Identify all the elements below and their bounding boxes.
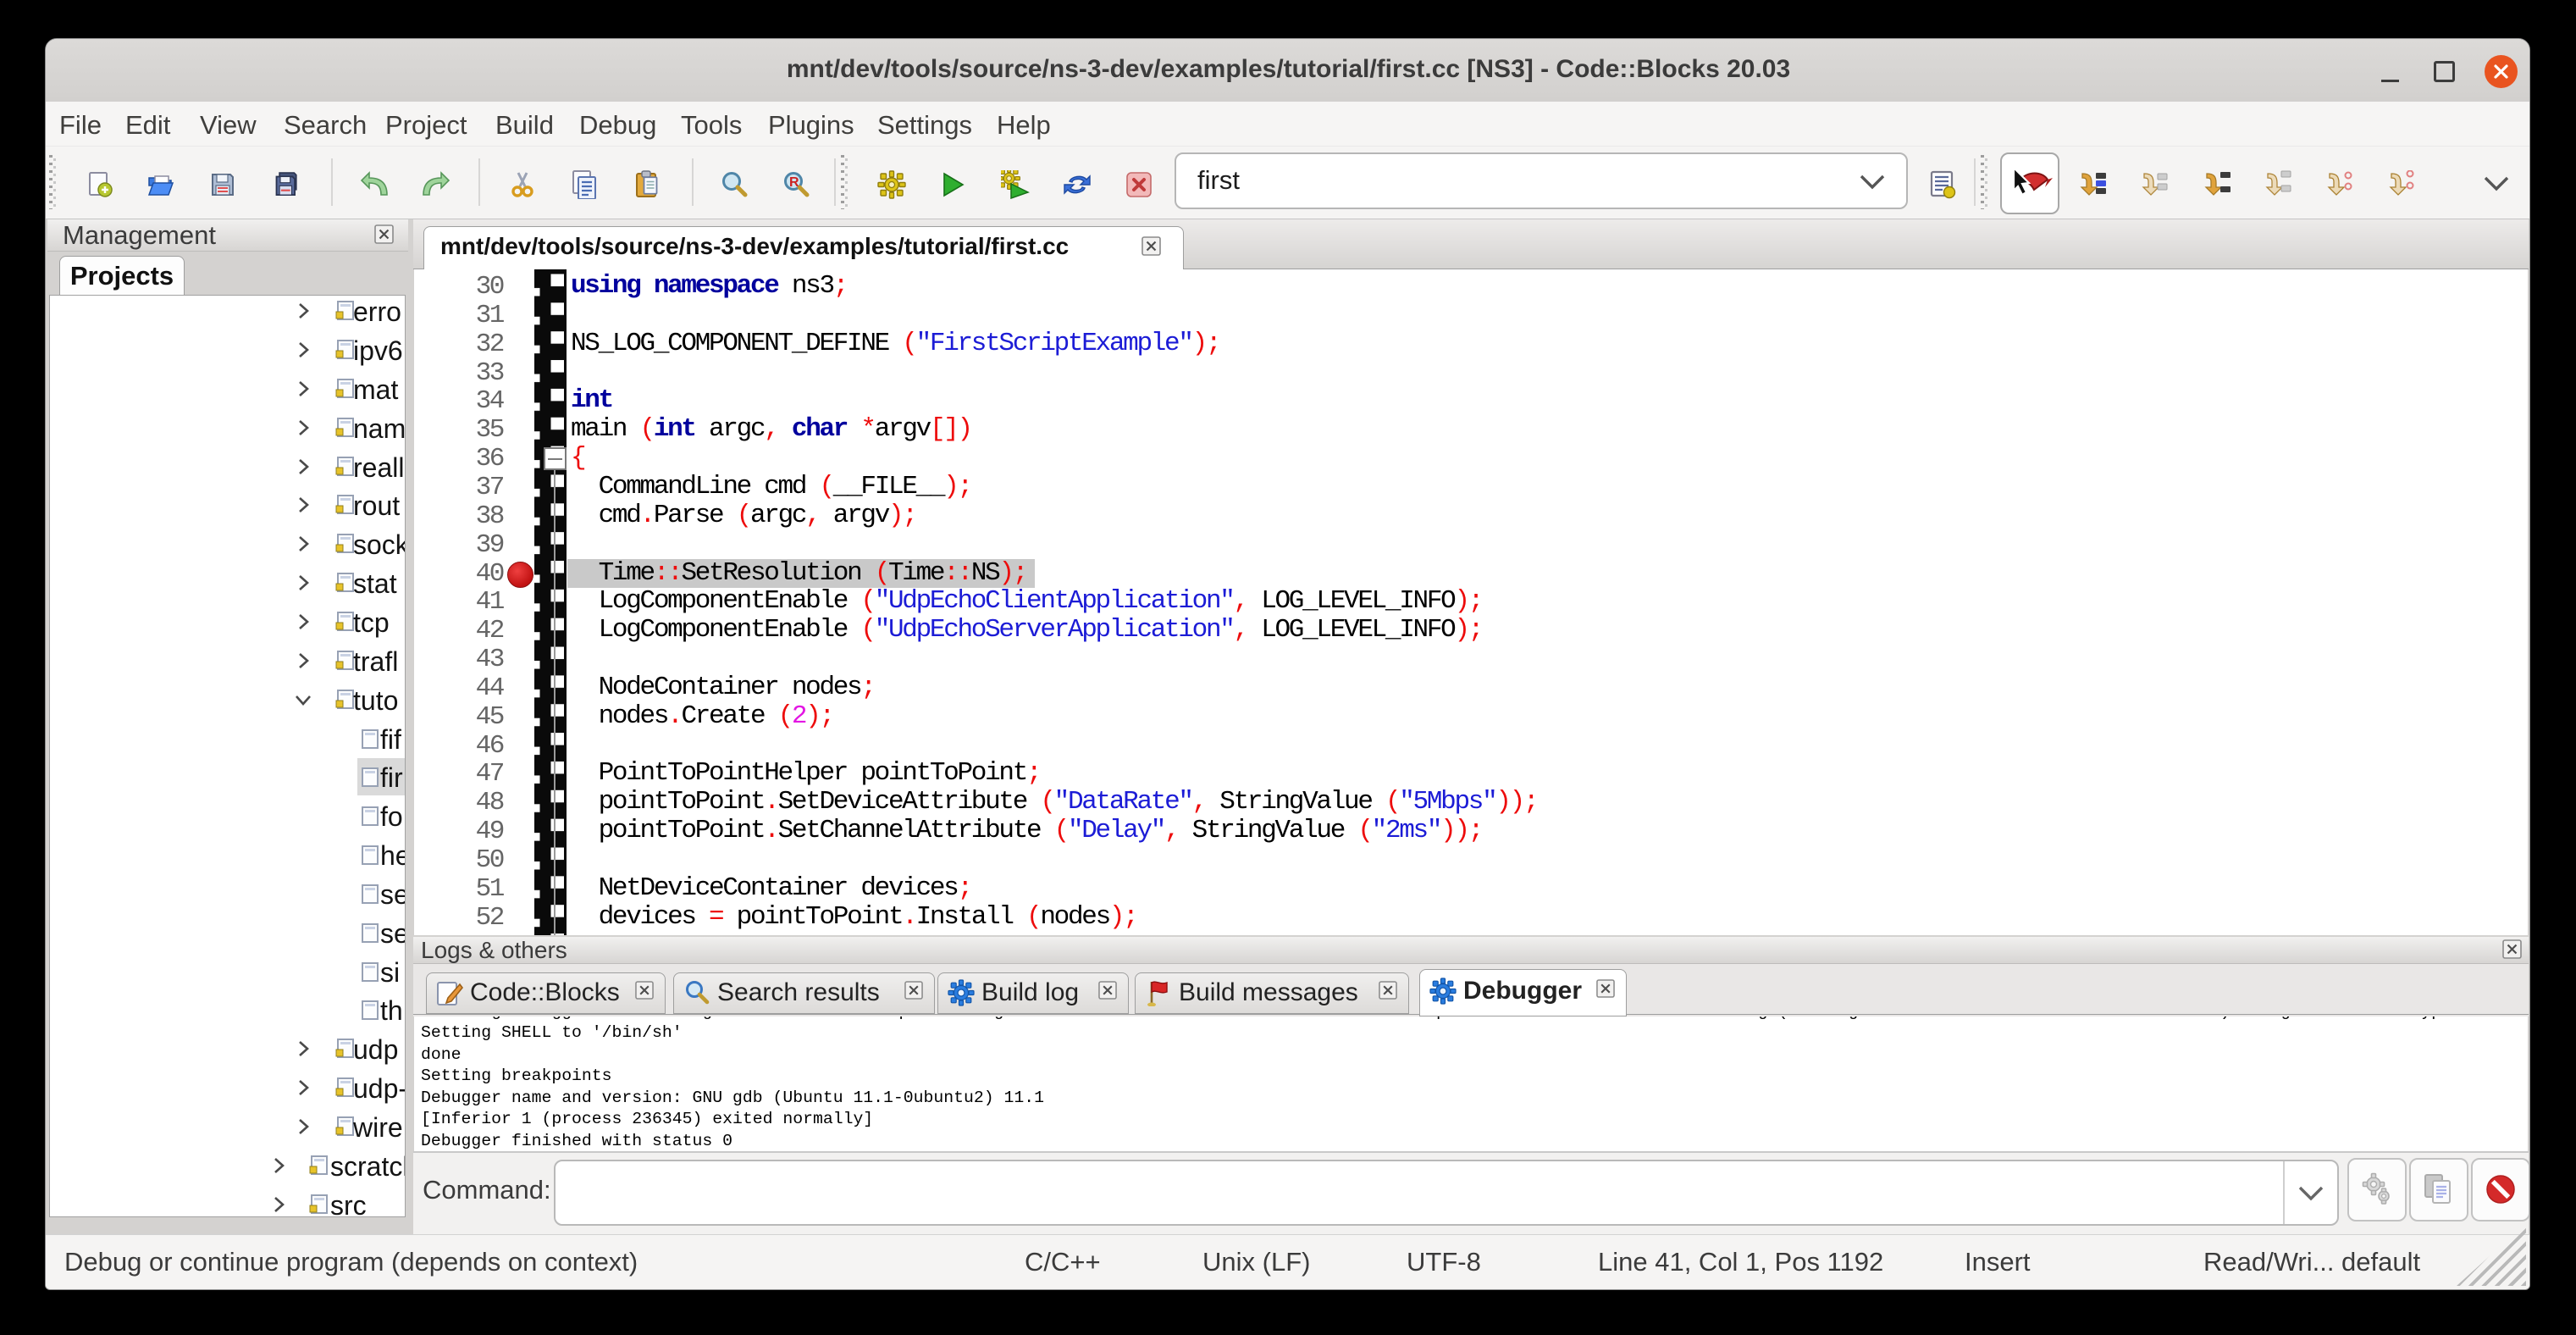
svg-text:R: R: [789, 175, 799, 190]
